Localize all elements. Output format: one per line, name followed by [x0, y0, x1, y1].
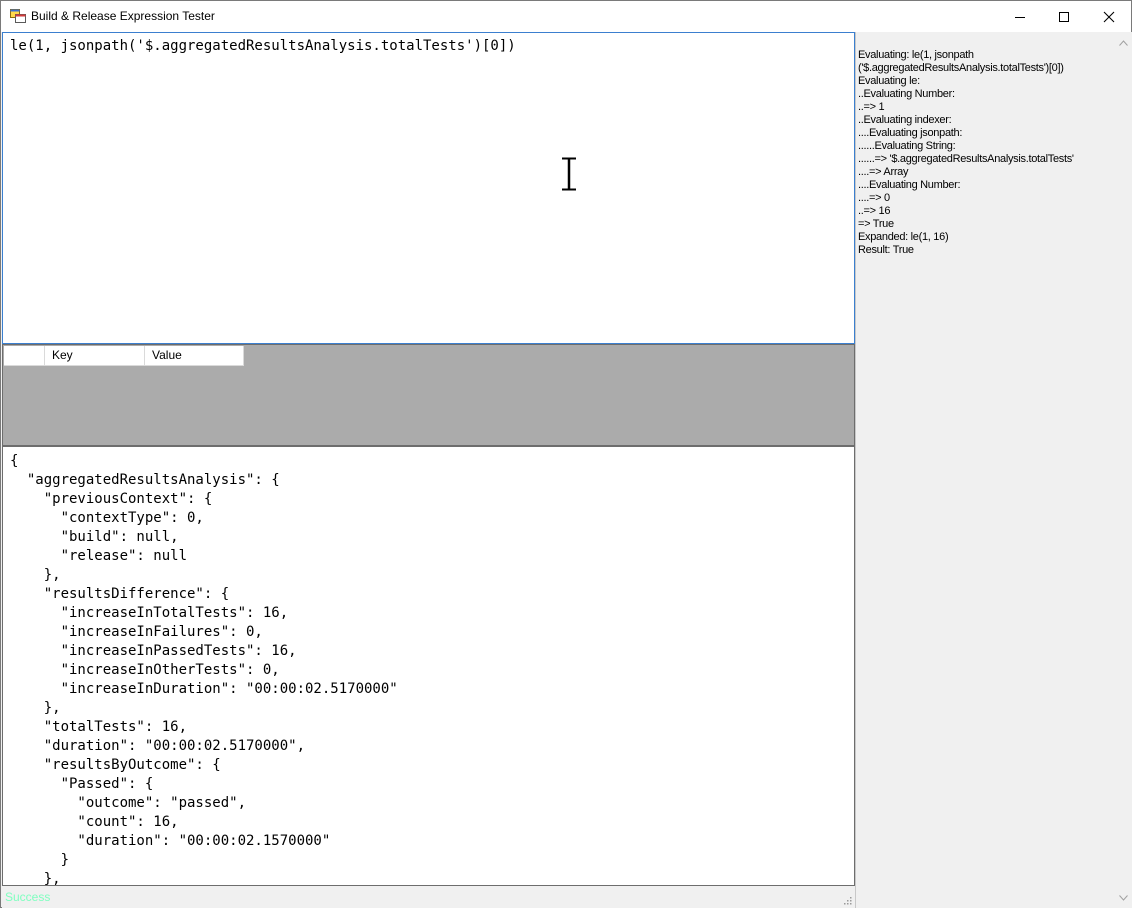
- close-icon: [1103, 11, 1114, 22]
- json-line: }: [10, 852, 70, 868]
- json-line: "increaseInPassedTests": 16,: [10, 643, 297, 659]
- json-line: "Passed": {: [10, 776, 154, 792]
- json-line: "resultsByOutcome": {: [10, 757, 221, 773]
- json-line: },: [10, 700, 61, 716]
- trace-line: ..Evaluating Number:: [858, 88, 955, 100]
- variables-grid[interactable]: Key Value: [2, 344, 855, 446]
- ibeam-cursor-icon: [562, 157, 576, 191]
- grid-row-header-corner[interactable]: [4, 346, 45, 366]
- scroll-up-button[interactable]: [1115, 34, 1132, 51]
- trace-line: Evaluating le:: [858, 75, 920, 87]
- json-line: "increaseInTotalTests": 16,: [10, 605, 289, 621]
- json-line: "aggregatedResultsAnalysis": {: [10, 472, 280, 488]
- trace-line: Result: True: [858, 244, 914, 256]
- status-text: Success: [5, 890, 51, 904]
- json-line: },: [10, 567, 61, 583]
- trace-line: ......=> '$.aggregatedResultsAnalysis.to…: [858, 153, 1074, 165]
- scroll-down-button[interactable]: [1115, 889, 1132, 906]
- expression-text[interactable]: le(1, jsonpath('$.aggregatedResultsAnaly…: [10, 37, 516, 55]
- trace-line: Evaluating: le(1, jsonpath: [858, 49, 974, 61]
- app-window-icon[interactable]: [10, 9, 26, 23]
- trace-line: ..Evaluating indexer:: [858, 114, 952, 126]
- json-line: "previousContext": {: [10, 491, 213, 507]
- trace-line: ..=> 16: [858, 205, 891, 217]
- title-bar[interactable]: Build & Release Expression Tester: [1, 1, 1131, 32]
- json-context-editor[interactable]: { "aggregatedResultsAnalysis": { "previo…: [2, 446, 855, 886]
- json-line: "totalTests": 16,: [10, 719, 188, 735]
- json-line: "increaseInDuration": "00:00:02.5170000": [10, 681, 398, 697]
- evaluation-trace-panel[interactable]: Evaluating: le(1, jsonpath ('$.aggregated…: [855, 32, 1132, 908]
- trace-line: ....Evaluating Number:: [858, 179, 961, 191]
- trace-line: Expanded: le(1, 16): [858, 231, 949, 243]
- chevron-down-icon: [1119, 894, 1128, 901]
- grid-column-value[interactable]: Value: [145, 346, 244, 366]
- minimize-icon: [1014, 16, 1025, 18]
- grid-header: Key Value: [4, 346, 244, 366]
- json-line: {: [10, 453, 19, 469]
- trace-line: ('$.aggregatedResultsAnalysis.totalTests…: [858, 62, 1064, 74]
- minimize-button[interactable]: [997, 1, 1042, 32]
- maximize-icon: [1058, 11, 1069, 22]
- json-line: },: [10, 871, 61, 886]
- json-line: "duration": "00:00:02.1570000": [10, 833, 331, 849]
- close-button[interactable]: [1086, 1, 1131, 32]
- trace-output: Evaluating: le(1, jsonpath ('$.aggregated…: [858, 49, 1116, 257]
- resize-grip-icon[interactable]: [842, 895, 852, 905]
- expression-input[interactable]: le(1, jsonpath('$.aggregatedResultsAnaly…: [2, 32, 855, 344]
- chevron-up-icon: [1119, 39, 1128, 46]
- json-line: "build": null,: [10, 529, 179, 545]
- grid-column-key[interactable]: Key: [45, 346, 145, 366]
- json-line: "increaseInFailures": 0,: [10, 624, 263, 640]
- app-window: Build & Release Expression Tester le(1, …: [0, 0, 1132, 908]
- trace-line: ......Evaluating String:: [858, 140, 956, 152]
- trace-scrollbar[interactable]: [1115, 32, 1132, 908]
- trace-line: ....=> Array: [858, 166, 909, 178]
- status-bar: Success: [2, 886, 855, 908]
- trace-line: ....Evaluating jsonpath:: [858, 127, 963, 139]
- json-line: "contextType": 0,: [10, 510, 204, 526]
- maximize-button[interactable]: [1041, 1, 1086, 32]
- json-line: "duration": "00:00:02.5170000",: [10, 738, 306, 754]
- json-line: "resultsDifference": {: [10, 586, 230, 602]
- json-content[interactable]: { "aggregatedResultsAnalysis": { "previo…: [10, 452, 398, 886]
- trace-line: ..=> 1: [858, 101, 885, 113]
- json-line: "increaseInOtherTests": 0,: [10, 662, 280, 678]
- json-line: "outcome": "passed",: [10, 795, 247, 811]
- window-title: Build & Release Expression Tester: [31, 9, 215, 23]
- json-line: "count": 16,: [10, 814, 179, 830]
- json-line: "release": null: [10, 548, 188, 564]
- trace-line: => True: [858, 218, 894, 230]
- trace-line: ....=> 0: [858, 192, 890, 204]
